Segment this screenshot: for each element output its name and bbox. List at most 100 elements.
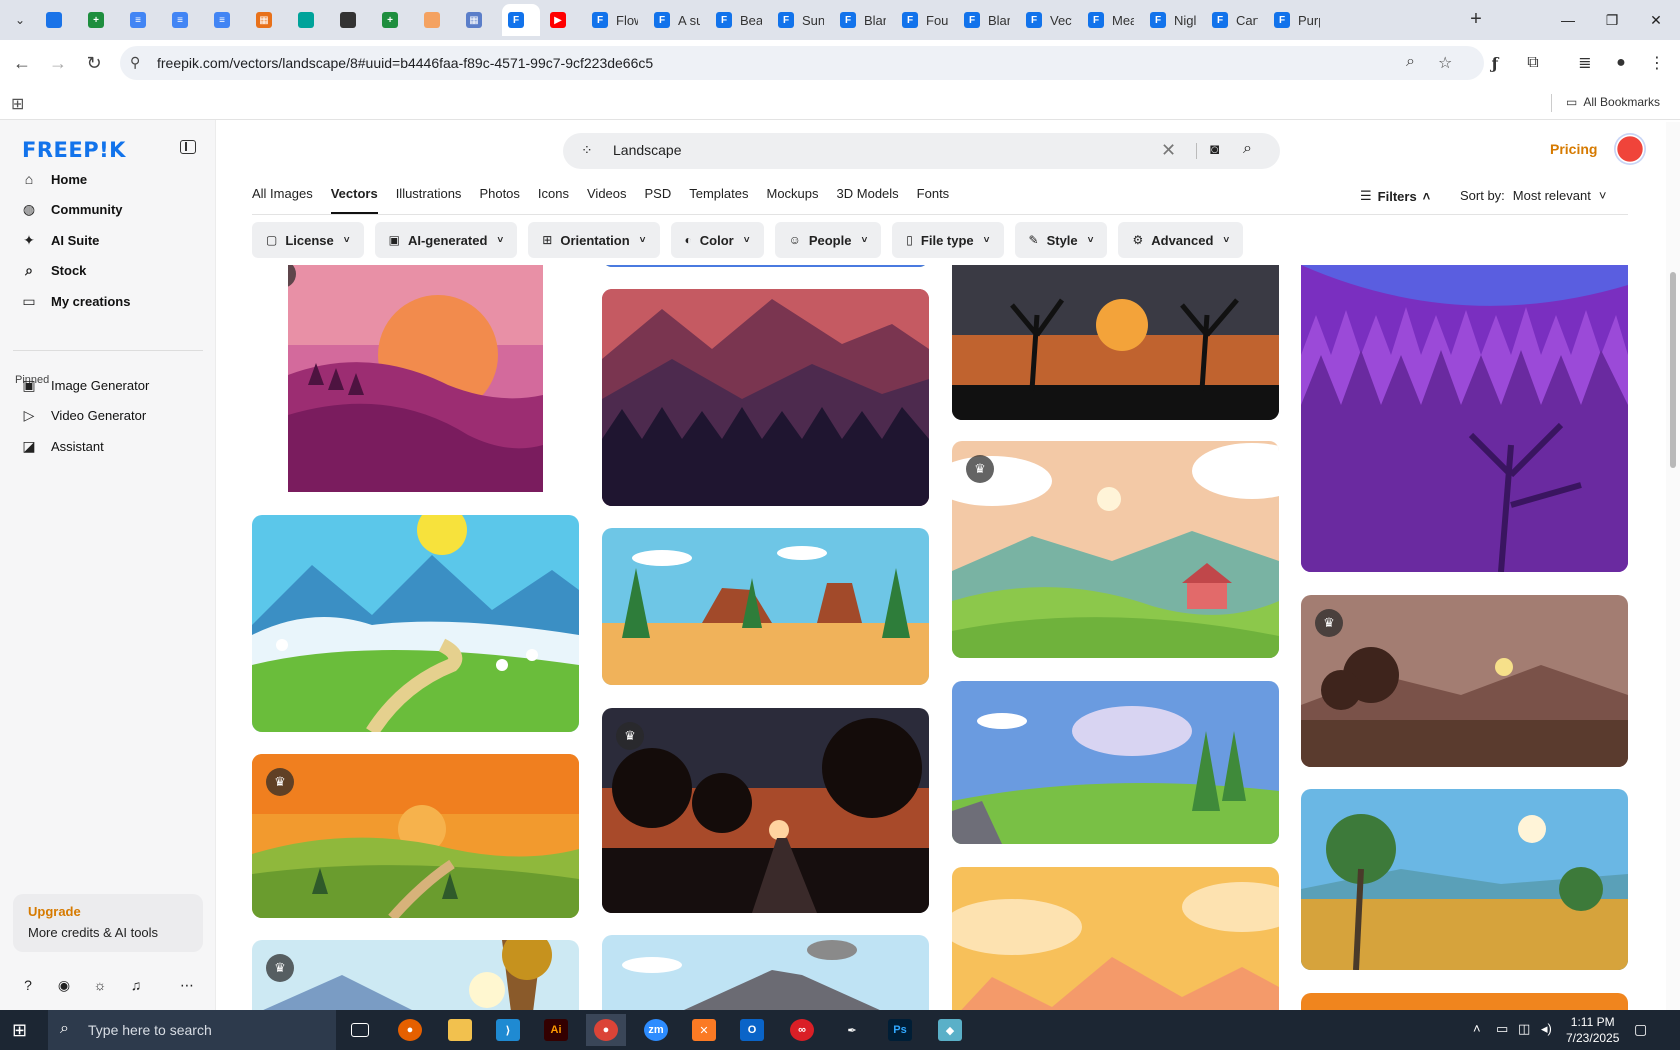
- browser-tab[interactable]: F Sun: [772, 4, 830, 36]
- tab-templates[interactable]: Templates: [689, 186, 748, 214]
- xampp-icon[interactable]: ✕: [684, 1014, 724, 1046]
- image-card[interactable]: ♛: [952, 441, 1279, 658]
- all-bookmarks-button[interactable]: ▭ All Bookmarks: [1566, 95, 1660, 109]
- sort-dropdown[interactable]: Sort by: Most relevant ˅: [1460, 188, 1606, 203]
- wifi-icon[interactable]: ◫: [1518, 1021, 1530, 1037]
- browser-tab[interactable]: F Blar: [834, 4, 892, 36]
- camera-search-icon[interactable]: ◙: [1210, 141, 1219, 158]
- image-card[interactable]: ♛: [252, 940, 579, 1010]
- tab-search-icon[interactable]: ⌄: [8, 8, 32, 32]
- browser-tab[interactable]: F Flow: [586, 4, 644, 36]
- sidebar-item-community[interactable]: ◍ Community: [13, 195, 203, 225]
- sidebar-item-my-creations[interactable]: ▭ My creations: [13, 286, 203, 316]
- file-explorer-icon[interactable]: [440, 1014, 480, 1046]
- browser-tab[interactable]: F Cart: [1206, 4, 1264, 36]
- search-input[interactable]: Landscape: [613, 142, 1113, 158]
- filters-button[interactable]: ☰ Filters ˄: [1360, 188, 1430, 204]
- browser-tab[interactable]: F Mea: [1082, 4, 1140, 36]
- media-control-icon[interactable]: ≣: [1572, 50, 1598, 76]
- collapse-sidebar-icon[interactable]: [180, 140, 196, 154]
- page-scrollbar[interactable]: [1666, 122, 1680, 1010]
- more-options-icon[interactable]: ⋯: [174, 972, 200, 998]
- filter-chip-people[interactable]: ☺ People ˅: [774, 222, 882, 258]
- filter-chip-ai-generated[interactable]: ▣ AI-generated ˅: [374, 222, 518, 258]
- tray-chevron-icon[interactable]: ˄: [1473, 1021, 1481, 1036]
- restore-icon[interactable]: ❐: [1590, 0, 1634, 40]
- outlook-icon[interactable]: O: [732, 1014, 772, 1046]
- filter-chip-file-type[interactable]: ▯ File type ˅: [892, 222, 1004, 258]
- image-card[interactable]: ♛: [288, 265, 543, 492]
- notifications-bell-icon[interactable]: ♫: [123, 972, 149, 998]
- browser-tab[interactable]: F Vect: [1020, 4, 1078, 36]
- extensions-puzzle-icon[interactable]: ⧉: [1520, 50, 1546, 76]
- tab-photos[interactable]: Photos: [479, 186, 519, 214]
- browser-tab[interactable]: F Bea: [710, 4, 768, 36]
- site-info-icon[interactable]: ⚲: [130, 54, 140, 71]
- browser-menu-icon[interactable]: ⋮: [1644, 50, 1670, 76]
- photoshop-icon[interactable]: Ps: [880, 1014, 920, 1046]
- sidebar-item-stock[interactable]: ⌕ Stock: [13, 256, 203, 286]
- filter-chip-license[interactable]: ▢ License ˅: [252, 222, 364, 258]
- address-bar[interactable]: ⚲ freepik.com/vectors/landscape/8#uuid=b…: [120, 46, 1484, 80]
- image-card[interactable]: [1301, 993, 1628, 1010]
- taskbar-search[interactable]: ⌕ Type here to search: [48, 1010, 336, 1050]
- tab-fonts[interactable]: Fonts: [917, 186, 950, 214]
- image-card[interactable]: [1301, 265, 1628, 572]
- image-card[interactable]: [952, 265, 1279, 420]
- image-card[interactable]: [602, 935, 929, 1010]
- ai-search-icon[interactable]: ⁘: [581, 142, 593, 159]
- taskbar-clock[interactable]: 1:11 PM 7/23/2025: [1566, 1014, 1619, 1046]
- filter-chip-style[interactable]: ✎ Style ˅: [1014, 222, 1108, 258]
- sidebar-item-assistant[interactable]: ◪ Assistant: [13, 431, 203, 461]
- firefox-icon[interactable]: ●: [390, 1014, 430, 1046]
- tab-vectors[interactable]: Vectors: [330, 186, 378, 214]
- browser-tab[interactable]: ≡: [208, 4, 246, 36]
- clear-search-icon[interactable]: ✕: [1161, 140, 1176, 161]
- tab-illustrations[interactable]: Illustrations: [396, 186, 462, 214]
- zoom-icon[interactable]: ⌕: [1406, 53, 1415, 71]
- browser-tab[interactable]: [40, 4, 78, 36]
- scroll-thumb[interactable]: [1670, 272, 1676, 468]
- minimize-icon[interactable]: —: [1546, 0, 1590, 40]
- back-icon[interactable]: ←: [9, 50, 35, 76]
- illustrator-icon[interactable]: Ai: [536, 1014, 576, 1046]
- task-view-icon[interactable]: [340, 1014, 380, 1046]
- user-avatar[interactable]: [1614, 133, 1646, 165]
- browser-tab[interactable]: F Nigl: [1144, 4, 1202, 36]
- image-card[interactable]: [602, 528, 929, 685]
- windows-start-icon[interactable]: ⊞: [12, 1020, 27, 1041]
- new-tab-button[interactable]: +: [1464, 8, 1488, 32]
- browser-tab[interactable]: ▦: [250, 4, 288, 36]
- image-card[interactable]: [602, 289, 929, 506]
- image-card[interactable]: ♛: [602, 708, 929, 913]
- pricing-link[interactable]: Pricing: [1550, 141, 1597, 157]
- creative-cloud-icon[interactable]: ∞: [782, 1014, 822, 1046]
- browser-tab[interactable]: F Four: [896, 4, 954, 36]
- sidebar-item-video-generator[interactable]: ▷ Video Generator: [13, 401, 203, 431]
- app-icon[interactable]: ◆: [930, 1014, 970, 1046]
- filter-chip-orientation[interactable]: ⊞ Orientation ˅: [528, 222, 660, 258]
- tab-all-images[interactable]: All Images: [252, 186, 313, 214]
- tab-psd[interactable]: PSD: [645, 186, 672, 214]
- image-card[interactable]: [1301, 789, 1628, 970]
- vscode-icon[interactable]: ⟩: [488, 1014, 528, 1046]
- image-card[interactable]: [952, 867, 1279, 1010]
- filter-chip-advanced[interactable]: ⚙ Advanced ˅: [1118, 222, 1244, 258]
- browser-tab[interactable]: [418, 4, 456, 36]
- forward-icon[interactable]: →: [45, 50, 71, 76]
- upgrade-card[interactable]: Upgrade More credits & AI tools: [13, 894, 203, 952]
- profile-avatar-icon[interactable]: ●: [1608, 50, 1634, 76]
- browser-tab[interactable]: [334, 4, 372, 36]
- browser-tab[interactable]: +: [82, 4, 120, 36]
- image-card[interactable]: [252, 515, 579, 732]
- browser-tab[interactable]: ▶: [544, 4, 582, 36]
- image-card[interactable]: ♛: [1301, 595, 1628, 767]
- browser-tab[interactable]: ≡: [124, 4, 162, 36]
- tab-mockups[interactable]: Mockups: [767, 186, 819, 214]
- zoom-app-icon[interactable]: zm: [636, 1014, 676, 1046]
- close-window-icon[interactable]: ✕: [1634, 0, 1678, 40]
- browser-tab[interactable]: F Purp: [1268, 4, 1326, 36]
- help-icon[interactable]: ?: [15, 972, 41, 998]
- freepik-logo[interactable]: FREEP!K: [22, 138, 126, 162]
- browser-tab[interactable]: F Blar: [958, 4, 1016, 36]
